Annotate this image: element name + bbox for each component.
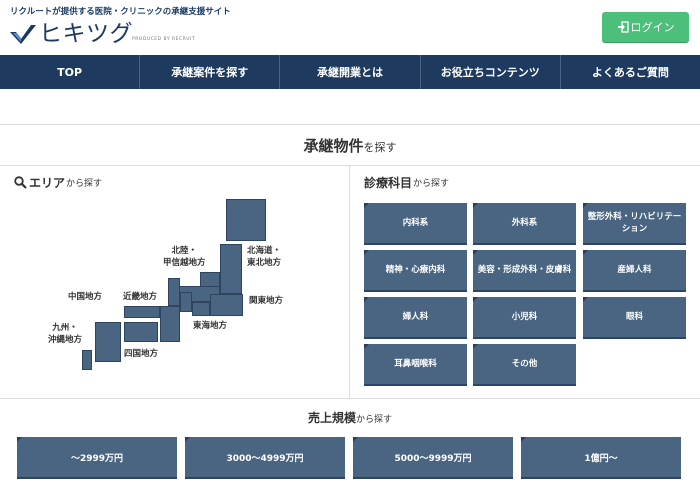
site-header: リクルートが提供する医院・クリニックの承継支援サイト ヒキツグ PRODUCED…: [0, 0, 700, 55]
region-label-kyushu-okinawa[interactable]: 九州・ 沖縄地方: [48, 322, 82, 346]
specialty-button-psychiatry[interactable]: 精神・心療内科: [364, 250, 467, 290]
logo-check-icon: [10, 25, 36, 44]
map-kanto[interactable]: [210, 294, 243, 316]
region-label-hokkaido-tohoku[interactable]: 北海道・ 東北地方: [247, 245, 281, 269]
map-kinki-north[interactable]: [168, 278, 180, 306]
nav-about-succession[interactable]: 承継開業とは: [280, 55, 421, 89]
specialty-heading: 診療科目 から探す: [364, 174, 449, 191]
sales-heading: 売上規模から探す: [0, 409, 700, 426]
logo-text: ヒキツグ: [39, 20, 133, 47]
login-button[interactable]: ログイン: [602, 12, 689, 42]
specialty-heading-main: 診療科目: [364, 176, 413, 190]
specialty-button-internal[interactable]: 内科系: [364, 203, 467, 243]
specialty-button-pediatrics[interactable]: 小児科: [473, 297, 576, 337]
sales-button-3000-4999[interactable]: 3000〜4999万円: [185, 437, 345, 477]
region-label-tokai[interactable]: 東海地方: [193, 320, 227, 332]
login-label: ログイン: [630, 21, 675, 34]
sales-heading-suffix: から探す: [356, 415, 393, 425]
region-label-hokuriku-koshinetsu[interactable]: 北陸・ 甲信越地方: [163, 245, 206, 269]
sales-heading-main: 売上規模: [307, 411, 356, 425]
site-logo[interactable]: ヒキツグ: [10, 20, 133, 48]
specialty-button-gynecology[interactable]: 婦人科: [364, 297, 467, 337]
specialty-button-obstetrics[interactable]: 産婦人科: [583, 250, 686, 290]
logo-produced-by: PRODUCED BY RECRUIT: [132, 37, 196, 42]
map-shikoku[interactable]: [124, 322, 158, 342]
specialty-button-orthopedics[interactable]: 整形外科・リハビリテーション: [583, 203, 686, 243]
area-search-panel: エリア から探す 北海道・ 東北地方 北陸・ 甲信越地方 関東地方 東海地方 近畿…: [0, 166, 350, 398]
map-tohoku[interactable]: [220, 244, 242, 294]
section-title-suffix: を探す: [363, 140, 397, 154]
login-icon: [617, 21, 629, 33]
global-nav: TOP 承継案件を探す 承継開業とは お役立ちコンテンツ よくあるご質問: [0, 55, 700, 89]
specialty-button-ent[interactable]: 耳鼻咽喉科: [364, 344, 467, 384]
specialty-button-cosmetic[interactable]: 美容・形成外科・皮膚科: [473, 250, 576, 290]
map-kinki[interactable]: [160, 306, 180, 342]
area-heading-main: エリア: [29, 176, 66, 190]
map-hokkaido[interactable]: [226, 199, 266, 241]
sales-button-under-2999[interactable]: 〜2999万円: [17, 437, 177, 477]
map-tokai[interactable]: [180, 292, 192, 312]
specialty-search-panel: 診療科目 から探す 内科系 外科系 整形外科・リハビリテーション 精神・心療内科 …: [350, 166, 700, 398]
sales-search-section: 売上規模から探す 〜2999万円 3000〜4999万円 5000〜9999万円…: [0, 398, 700, 483]
search-icon: [14, 176, 27, 189]
specialty-button-surgery[interactable]: 外科系: [473, 203, 576, 243]
specialty-heading-suffix: から探す: [413, 179, 450, 189]
map-tokai-2[interactable]: [192, 302, 210, 316]
region-label-kinki[interactable]: 近畿地方: [123, 291, 157, 303]
region-label-kanto[interactable]: 関東地方: [249, 295, 283, 307]
map-kyushu[interactable]: [95, 322, 121, 362]
section-title: 承継物件を探す: [303, 135, 396, 156]
sales-button-over-100m[interactable]: 1億円〜: [521, 437, 681, 477]
nav-useful-content[interactable]: お役立ちコンテンツ: [421, 55, 561, 89]
specialty-button-other[interactable]: その他: [473, 344, 576, 384]
section-title-main: 承継物件: [303, 136, 364, 155]
region-label-shikoku[interactable]: 四国地方: [124, 348, 158, 360]
nav-top[interactable]: TOP: [0, 55, 141, 89]
area-heading-suffix: から探す: [66, 179, 103, 189]
site-tagline: リクルートが提供する医院・クリニックの承継支援サイト: [10, 7, 231, 17]
area-heading: エリア から探す: [14, 174, 102, 191]
sales-button-5000-9999[interactable]: 5000〜9999万円: [353, 437, 513, 477]
map-okinawa[interactable]: [82, 350, 92, 370]
search-section-header: 承継物件を探す: [0, 124, 700, 166]
nav-search-cases[interactable]: 承継案件を探す: [140, 55, 281, 89]
nav-faq[interactable]: よくあるご質問: [561, 55, 700, 89]
region-label-chugoku[interactable]: 中国地方: [68, 291, 102, 303]
map-chugoku[interactable]: [124, 306, 160, 318]
specialty-button-ophthalmology[interactable]: 眼科: [583, 297, 686, 337]
